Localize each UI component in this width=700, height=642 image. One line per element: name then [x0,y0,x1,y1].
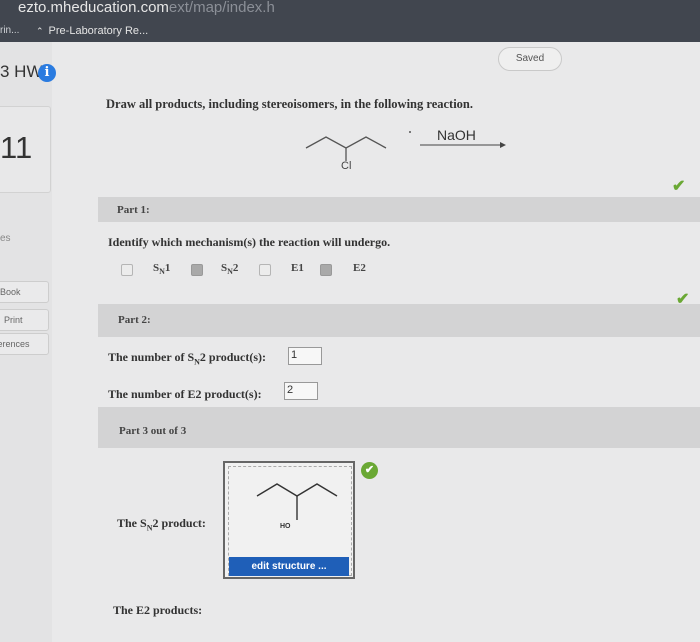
option-e2-label: E2 [353,262,366,274]
part3-header: Part 3 out of 3 [98,407,700,448]
part1-complete-check-icon: ✔ [672,178,686,195]
sidebar-partial-label: es [0,233,11,244]
sidebar-link-print[interactable]: Print [0,309,49,331]
chevron-up-icon: ⌃ [36,26,44,36]
option-e1-checkbox[interactable] [259,264,271,276]
url-bar[interactable]: ezto.mheducation.comext/map/index.h [18,0,275,16]
option-e1-label: E1 [291,262,304,274]
part1-label: Part 1: [117,204,150,216]
sidebar-link-label: Print [4,315,23,325]
e2-products-label: The E2 products: [113,603,203,617]
tab-pre-laboratory[interactable]: ⌃ Pre-Laboratory Re... [36,25,148,37]
option-sn2-checkbox[interactable] [191,264,203,276]
part2-label: Part 2: [118,314,151,326]
part2-header: Part 2: [98,304,700,337]
tab-label: Pre-Laboratory Re... [48,25,149,37]
reactant-structure [305,131,506,161]
part2-complete-check-icon: ✔ [676,291,690,308]
option-e2-checkbox[interactable] [320,264,332,276]
hydroxyl-label: HO [280,523,291,530]
info-icon[interactable]: i [38,64,56,82]
e2-count-input[interactable]: 2 [284,382,318,400]
part3-label: Part 3 out of 3 [119,425,187,437]
option-sn1-label: SN1 [153,262,171,277]
option-sn1-checkbox[interactable] [121,264,133,276]
edit-structure-button[interactable]: edit structure ... [229,557,349,576]
sn2-count-question: The number of SN2 product(s): [108,350,267,367]
question-prompt: Draw all products, including stereoisome… [106,97,474,111]
sn2-product-label: The SN2 product: [117,516,206,533]
part1-question: Identify which mechanism(s) the reaction… [108,235,391,249]
sidebar-link-label: ferences [0,339,30,349]
reagent-label: NaOH [437,127,476,143]
question-number: 11 [0,130,33,165]
url-path: ext/map/index.h [168,0,275,16]
correct-check-icon: ✔ [361,462,378,479]
sidebar-link-label: eBook [0,287,21,297]
sn2-count-input[interactable]: 1 [288,347,322,365]
option-sn2-label: SN2 [221,262,239,277]
assignment-title: 3 HW [0,62,43,81]
saved-status-badge: Saved [498,47,562,71]
url-text: ezto.mheducation.com [18,0,169,16]
sidebar-link-references[interactable]: ferences [0,333,49,355]
browser-top-bar: ezto.mheducation.comext/map/index.h rin.… [0,0,700,42]
chloro-substituent: Cl [341,160,352,172]
e2-count-question: The number of E2 product(s): [108,387,262,401]
part1-header: Part 1: [98,197,700,222]
sidebar-link-ebook[interactable]: eBook [0,281,49,303]
tab-previous[interactable]: rin... [0,25,19,36]
